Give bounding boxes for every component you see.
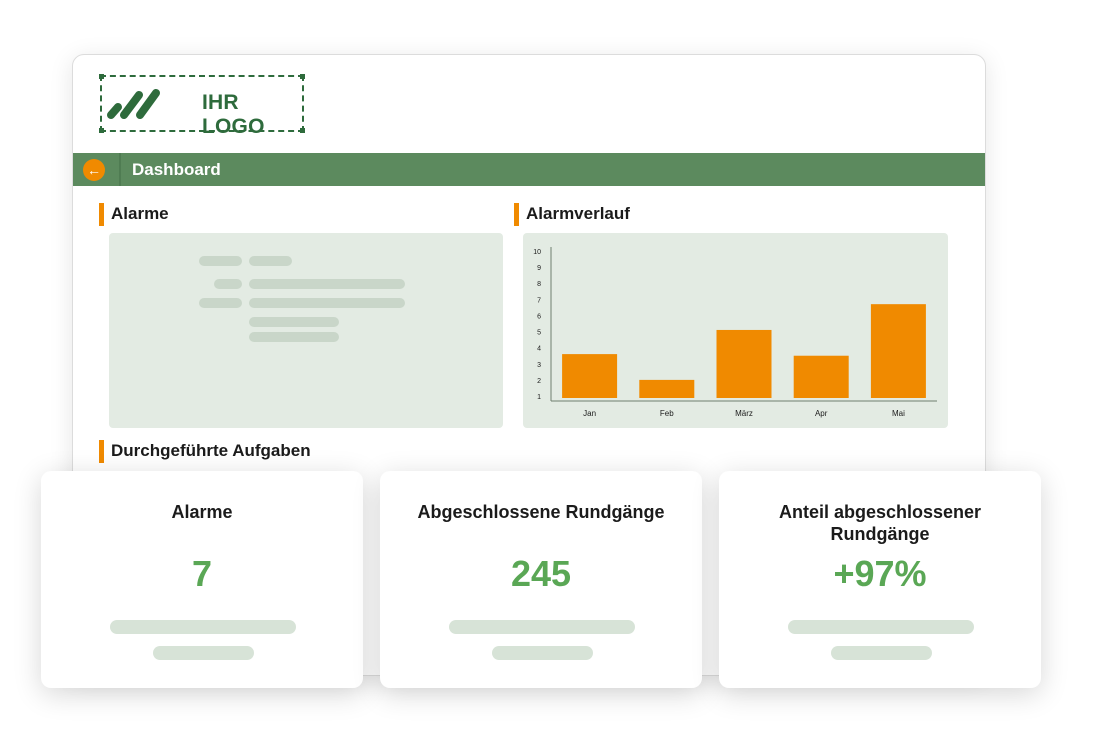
y-tick-label: 9: [537, 265, 541, 272]
x-tick-label: Jan: [583, 409, 596, 418]
bar: [716, 329, 772, 398]
placeholder-line: [249, 256, 292, 266]
card-value: 245: [510, 553, 572, 594]
placeholder-line: [153, 646, 254, 660]
y-tick-label: 10: [533, 249, 541, 256]
alarm-history-panel: 1 2 3 4 5 6 7 8 9 10 Jan Feb März Apr Mai: [523, 233, 948, 428]
alarms-panel: [109, 233, 503, 428]
section-title-alarm-history: Alarmverlauf: [514, 203, 630, 226]
y-tick-label: 2: [537, 378, 541, 385]
placeholder-line: [492, 646, 593, 660]
bar: [562, 354, 618, 398]
placeholder-line: [249, 279, 405, 289]
y-tick-label: 1: [537, 394, 541, 401]
bar: [793, 355, 849, 398]
placeholder-line: [110, 620, 296, 634]
placeholder-line: [214, 279, 242, 289]
placeholder-line: [249, 298, 405, 308]
header-bar: ← Dashboard: [73, 153, 985, 186]
placeholder-line: [831, 646, 932, 660]
x-tick-label: März: [735, 409, 753, 418]
placeholder-line: [449, 620, 635, 634]
y-tick-label: 5: [537, 330, 541, 337]
placeholder-line: [199, 298, 242, 308]
logo-placeholder: IHR LOGO: [99, 74, 305, 138]
placeholder-line: [249, 317, 339, 327]
page-title: Dashboard: [132, 160, 221, 179]
bar: [870, 304, 926, 398]
logo-icon: [107, 89, 160, 119]
kpi-card-completed-rounds: Abgeschlossene Rundgänge 245: [380, 471, 702, 688]
card-title: Abgeschlossene Rundgänge: [417, 502, 665, 522]
y-tick-label: 6: [537, 313, 541, 320]
section-title-tasks: Durchgeführte Aufgaben: [99, 440, 311, 463]
card-title: Alarme: [171, 502, 233, 522]
placeholder-line: [199, 256, 242, 266]
section-title-alarms: Alarme: [99, 203, 169, 226]
header-divider: [119, 153, 121, 186]
y-tick-label: 7: [537, 297, 541, 304]
placeholder-line: [249, 332, 339, 342]
x-tick-label: Apr: [815, 409, 828, 418]
kpi-card-completion-rate: Anteil abgeschlossener Rundgänge +97%: [719, 471, 1041, 688]
card-value: +97%: [833, 553, 927, 594]
x-tick-label: Mai: [892, 409, 905, 418]
bar: [639, 379, 695, 398]
y-tick-label: 8: [537, 281, 541, 288]
kpi-card-alarms: Alarme 7: [41, 471, 363, 688]
placeholder-line: [788, 620, 974, 634]
y-tick-label: 4: [537, 346, 541, 353]
alarm-history-chart: 1 2 3 4 5 6 7 8 9 10 Jan Feb März Apr Mai: [533, 247, 937, 418]
arrow-left-icon: ←: [87, 162, 101, 178]
back-button[interactable]: ←: [83, 159, 105, 181]
x-tick-label: Feb: [660, 409, 674, 418]
card-value: 7: [191, 553, 213, 594]
logo-text: IHR LOGO: [202, 91, 265, 138]
card-title: Anteil abgeschlossener Rundgänge: [778, 502, 982, 544]
y-tick-label: 3: [537, 362, 541, 369]
